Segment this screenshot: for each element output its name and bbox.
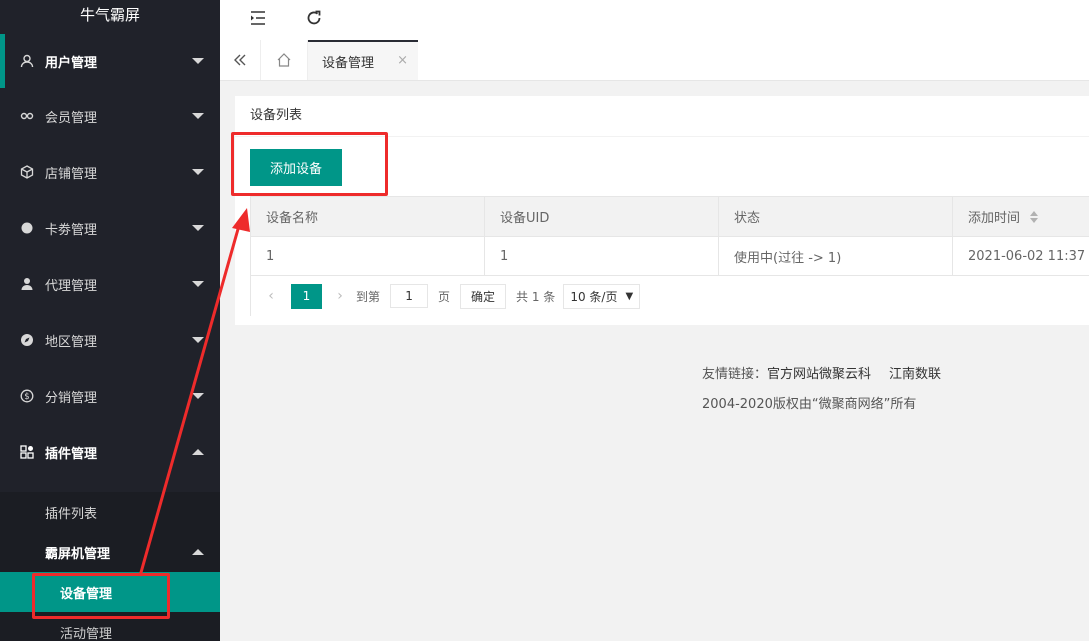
footer-links: 友情链接：官方网站微聚云科 江南数联 <box>702 360 941 390</box>
apps-icon <box>19 444 35 460</box>
sidebar-item-members[interactable]: 会员管理 <box>0 88 220 144</box>
refresh-icon[interactable] <box>302 6 326 30</box>
column-header-label: 添加时间 <box>968 211 1021 226</box>
prev-page-icon[interactable]: ‹ <box>261 288 281 304</box>
device-table: 设备名称 设备UID 状态 添加时间 1 1 使用中(过往 -> 1) 2021… <box>250 196 1089 316</box>
sidebar-item-regions[interactable]: 地区管理 <box>0 312 220 368</box>
annotation-box-device-menu <box>32 573 170 619</box>
sidebar-item-label: 卡劵管理 <box>45 222 98 238</box>
chevron-down-icon <box>192 169 204 175</box>
column-header-status: 状态 <box>719 197 953 236</box>
table-cell: 1 <box>485 237 719 275</box>
sort-icon[interactable] <box>1030 210 1039 223</box>
tab-home[interactable] <box>261 40 308 80</box>
footer-copyright: 2004-2020版权由“微聚商网络”所有 <box>702 397 917 412</box>
table-row: 1 1 使用中(过往 -> 1) 2021-06-02 11:37 <box>251 236 1089 275</box>
column-header-uid: 设备UID <box>485 197 719 236</box>
compass-icon <box>19 332 35 348</box>
goto-label: 到第 <box>356 289 381 304</box>
dollar-icon: $ <box>19 388 35 404</box>
submenu-item-label: 霸屏机管理 <box>45 546 111 562</box>
sidebar-item-plugins[interactable]: 插件管理 <box>0 424 220 480</box>
top-header <box>220 0 1089 41</box>
footer-link-jiangnan[interactable]: 江南数联 <box>889 367 941 382</box>
chevron-up-icon <box>192 449 204 455</box>
annotation-box-add-button <box>231 132 388 196</box>
app-logo-title: 牛气霸屏 <box>79 6 140 24</box>
card-title: 设备列表 <box>235 96 1089 137</box>
chevron-down-icon <box>192 58 204 64</box>
circle-icon <box>19 220 35 236</box>
submenu-item-screen-manage[interactable]: 霸屏机管理 <box>0 532 220 572</box>
close-icon[interactable]: × <box>397 53 408 68</box>
chevron-up-icon <box>192 549 204 555</box>
sidebar-item-label: 插件管理 <box>45 446 98 462</box>
menu-fold-icon[interactable] <box>246 6 270 30</box>
chevron-down-icon <box>192 113 204 119</box>
sidebar-item-label: 地区管理 <box>45 334 98 350</box>
column-header-added-time[interactable]: 添加时间 <box>953 197 1089 236</box>
sidebar-item-label: 用户管理 <box>45 55 98 71</box>
sidebar-item-distribution[interactable]: $ 分销管理 <box>0 368 220 424</box>
sidebar-item-users[interactable]: 用户管理 <box>0 34 220 88</box>
tab-device-manage[interactable]: 设备管理 × <box>308 40 418 80</box>
page-number-current[interactable]: 1 <box>291 283 322 309</box>
sidebar-item-label: 会员管理 <box>45 110 98 126</box>
footer: 友情链接：官方网站微聚云科 江南数联 2004-2020版权由“微聚商网络”所有 <box>702 360 941 420</box>
device-list-card: 设备列表 添加设备 设备名称 设备UID 状态 添加时间 1 1 使用中(过往 … <box>235 96 1089 325</box>
tab-bar: 设备管理 × <box>220 40 1089 81</box>
page-unit-label: 页 <box>438 289 451 304</box>
page-size-select[interactable]: 10 条/页 ▼ <box>563 283 641 309</box>
goto-confirm-button[interactable]: 确定 <box>460 283 507 309</box>
next-page-icon[interactable]: › <box>330 288 350 304</box>
chevron-down-icon <box>192 393 204 399</box>
user-icon <box>19 53 35 69</box>
footer-links-label: 友情链接： <box>702 367 768 382</box>
double-chevron-left-icon <box>234 54 246 66</box>
sidebar-item-label: 代理管理 <box>45 278 98 294</box>
column-header-name: 设备名称 <box>251 197 485 236</box>
link-icon <box>19 108 35 124</box>
total-count: 共 1 条 <box>516 289 556 304</box>
table-cell: 2021-06-02 11:37 <box>968 248 1086 264</box>
svg-text:$: $ <box>24 392 29 402</box>
sidebar-item-coupons[interactable]: 卡劵管理 <box>0 200 220 256</box>
sidebar-item-label: 分销管理 <box>45 390 98 406</box>
sidebar-item-label: 店铺管理 <box>45 166 98 182</box>
pagination: ‹ 1 › 到第 页 确定 共 1 条 10 条/页 ▼ <box>251 275 1089 316</box>
sidebar: 牛气霸屏 用户管理 会员管理 店铺管理 卡劵管理 代理管理 地区管理 $ 分销管… <box>0 0 220 641</box>
table-cell: 1 <box>251 237 485 275</box>
box-icon <box>19 164 35 180</box>
goto-page-input[interactable] <box>390 284 429 308</box>
table-cell: 使用中(过往 -> 1) <box>719 237 953 275</box>
tab-label: 设备管理 <box>322 55 375 71</box>
person-icon <box>19 276 35 292</box>
home-icon <box>277 53 291 67</box>
sidebar-item-stores[interactable]: 店铺管理 <box>0 144 220 200</box>
page-size-value: 10 条/页 <box>570 289 618 304</box>
table-header: 设备名称 设备UID 状态 添加时间 <box>251 197 1089 236</box>
footer-link-official[interactable]: 官方网站微聚云科 <box>767 367 871 382</box>
tabs-scroll-left-button[interactable] <box>220 40 261 80</box>
chevron-down-icon <box>192 281 204 287</box>
caret-down-icon: ▼ <box>625 290 634 302</box>
chevron-down-icon <box>192 337 204 343</box>
chevron-down-icon <box>192 225 204 231</box>
sidebar-item-agents[interactable]: 代理管理 <box>0 256 220 312</box>
submenu-item-plugin-list[interactable]: 插件列表 <box>0 492 220 532</box>
